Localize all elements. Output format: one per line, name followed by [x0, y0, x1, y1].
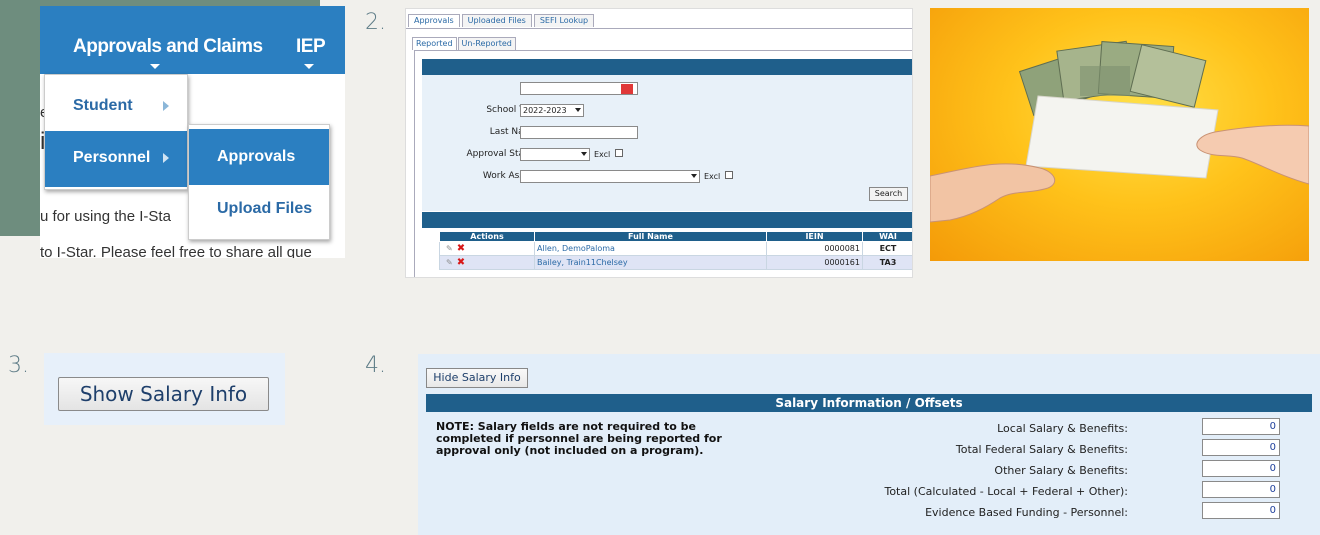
row-iein: 0000161	[766, 255, 863, 270]
table-row: ✎ ✖ Bailey, Train11Chelsey 0000161 TA3	[439, 255, 912, 270]
table-row: ✎ ✖ Allen, DemoPaloma 0000081 ECT	[439, 241, 912, 256]
other-salary-label: Other Salary & Benefits:	[994, 464, 1128, 477]
body-text-line-2: to I-Star. Please feel free to share all…	[40, 244, 312, 258]
left-hand	[930, 163, 1056, 223]
search-button[interactable]: Search	[869, 187, 908, 201]
menu-item-student[interactable]: Student	[45, 79, 187, 135]
tab-reported[interactable]: Reported	[412, 37, 457, 50]
sub-tabs: Reported Un-Reported	[412, 37, 517, 51]
other-salary-input[interactable]: 0	[1202, 460, 1280, 477]
salary-section-header: Salary Information / Offsets	[426, 394, 1312, 412]
excl-label: Excl	[594, 150, 611, 159]
money-envelope-icon	[930, 40, 1309, 223]
hide-salary-info-button[interactable]: Hide Salary Info	[426, 368, 528, 388]
right-hand	[1196, 124, 1309, 185]
school-year-select[interactable]: 2022-2023	[520, 104, 584, 117]
show-salary-info-button[interactable]: Show Salary Info	[58, 377, 269, 411]
local-salary-label: Local Salary & Benefits:	[997, 422, 1128, 435]
results-header-bar	[422, 212, 912, 228]
chevron-down-icon	[304, 64, 314, 69]
total-salary-label: Total (Calculated - Local + Federal + Ot…	[884, 485, 1128, 498]
panel-salary-information: Hide Salary Info Salary Information / Of…	[418, 354, 1320, 535]
panel-navigation-menu: e i u for using the I-Sta to I-Star. Ple…	[0, 0, 345, 258]
salary-note: NOTE: Salary fields are not required to …	[436, 420, 722, 457]
submenu-item-approvals[interactable]: Approvals	[189, 129, 329, 185]
search-form-panel	[422, 75, 912, 211]
row-iein: 0000081	[766, 241, 863, 256]
envelope-shape	[1025, 95, 1219, 179]
teal-accent	[0, 0, 40, 236]
menu-item-label: Student	[73, 97, 133, 114]
excl-label: Excl	[704, 172, 721, 181]
evidence-based-funding-input[interactable]: 0	[1202, 502, 1280, 519]
work-assign-select[interactable]	[520, 170, 700, 183]
submenu-item-label: Approvals	[217, 148, 296, 165]
chevron-down-icon	[581, 152, 587, 156]
federal-salary-input[interactable]: 0	[1202, 439, 1280, 456]
panel-approvals-search: Approvals Uploaded Files SEFI Lookup Rep…	[405, 8, 913, 278]
step-label-3: 3.	[8, 353, 29, 378]
row-wai: ECT	[862, 241, 912, 256]
evidence-based-funding-label: Evidence Based Funding - Personnel:	[925, 506, 1128, 519]
row-actions: ✎ ✖	[439, 241, 535, 256]
chevron-down-icon	[691, 174, 697, 178]
row-full-name[interactable]: Allen, DemoPaloma	[534, 241, 767, 256]
chevron-right-icon	[163, 153, 169, 163]
tab-uploaded-files[interactable]: Uploaded Files	[461, 14, 532, 27]
step-label-4: 4.	[365, 353, 386, 378]
column-header-wai[interactable]: WAI	[862, 231, 912, 242]
approval-status-excl-checkbox[interactable]	[615, 149, 623, 157]
delete-icon[interactable]: ✖	[457, 257, 465, 268]
menu-item-personnel[interactable]: Personnel	[45, 131, 187, 187]
chevron-down-icon	[575, 108, 581, 112]
federal-salary-label: Total Federal Salary & Benefits:	[955, 443, 1128, 456]
edit-icon[interactable]: ✎	[446, 258, 453, 267]
menu-item-label: Personnel	[73, 149, 151, 166]
edit-icon[interactable]: ✎	[446, 244, 453, 253]
table-header-row: Actions Full Name IEIN WAI	[439, 231, 912, 242]
nav-iep[interactable]: IEP	[296, 36, 326, 58]
column-header-full-name[interactable]: Full Name	[534, 231, 767, 242]
results-table: Actions Full Name IEIN WAI ✎ ✖ Allen, Dem…	[439, 231, 912, 270]
body-text-line-1: u for using the I-Sta	[40, 208, 171, 225]
step-label-2: 2.	[365, 10, 386, 35]
main-tabs: Approvals Uploaded Files SEFI Lookup	[408, 14, 596, 28]
tab-approvals[interactable]: Approvals	[408, 14, 460, 27]
column-header-actions: Actions	[439, 231, 535, 242]
row-wai: TA3	[862, 255, 912, 270]
submenu-item-upload-files[interactable]: Upload Files	[189, 181, 329, 237]
nav-approvals-and-claims[interactable]: Approvals and Claims	[73, 36, 263, 58]
tab-un-reported[interactable]: Un-Reported	[457, 37, 516, 50]
approvals-dropdown-menu: Student Personnel	[44, 74, 188, 190]
tab-sefi-lookup[interactable]: SEFI Lookup	[533, 14, 595, 27]
last-name-input[interactable]	[520, 126, 638, 139]
column-header-iein[interactable]: IEIN	[766, 231, 863, 242]
search-header-bar	[422, 59, 912, 75]
chevron-right-icon	[163, 101, 169, 111]
top-nav-bar: Approvals and Claims IEP	[40, 6, 345, 74]
tab-divider	[406, 28, 912, 29]
row-full-name[interactable]: Bailey, Train11Chelsey	[534, 255, 767, 270]
delete-icon[interactable]: ✖	[457, 243, 465, 254]
personnel-submenu: Approvals Upload Files	[188, 124, 330, 240]
approval-status-select[interactable]	[520, 148, 590, 161]
submenu-item-label: Upload Files	[217, 200, 313, 217]
chevron-down-icon	[150, 64, 160, 69]
money-envelope-illustration	[930, 8, 1309, 261]
total-salary-input[interactable]: 0	[1202, 481, 1280, 498]
school-year-value: 2022-2023	[523, 106, 567, 115]
row-actions: ✎ ✖	[439, 255, 535, 270]
work-assign-excl-checkbox[interactable]	[725, 171, 733, 179]
lookup-icon[interactable]	[621, 84, 633, 94]
panel-show-salary: Show Salary Info	[44, 353, 285, 425]
local-salary-input[interactable]: 0	[1202, 418, 1280, 435]
